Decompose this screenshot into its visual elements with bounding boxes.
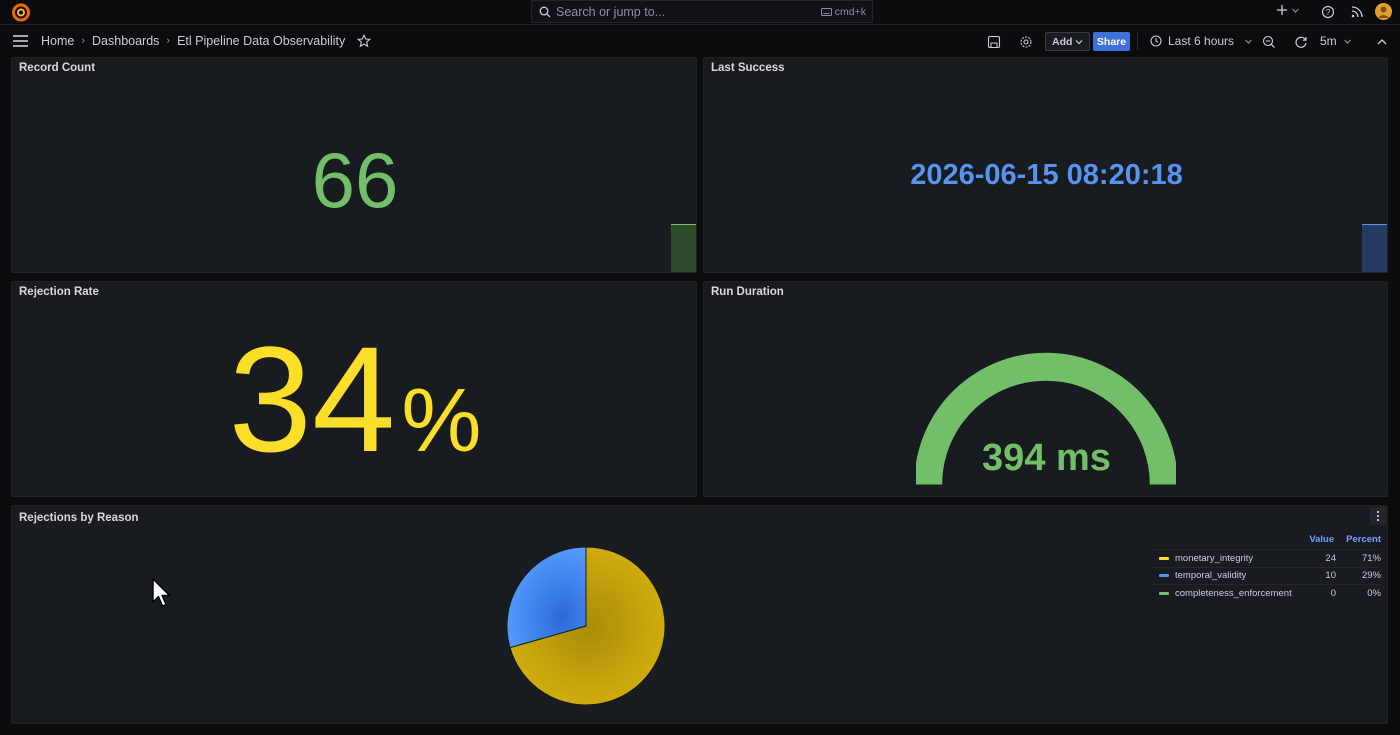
- panel-menu-button[interactable]: [1370, 507, 1386, 525]
- search-placeholder: Search or jump to...: [556, 4, 666, 19]
- add-button[interactable]: Add: [1045, 32, 1091, 51]
- legend-item[interactable]: completeness_enforcement 0 0%: [1153, 584, 1381, 602]
- user-avatar-icon[interactable]: [1375, 3, 1392, 20]
- legend-header: Value Percent: [1153, 534, 1381, 549]
- chevron-down-icon: [1292, 8, 1299, 13]
- panel-title: Run Duration: [711, 286, 784, 298]
- legend-label: completeness_enforcement: [1175, 587, 1292, 599]
- legend-item[interactable]: monetary_integrity 24 71%: [1153, 549, 1381, 567]
- refresh-icon[interactable]: [1294, 35, 1308, 49]
- time-range-picker[interactable]: Last 6 hours: [1150, 34, 1253, 48]
- chevron-down-icon: [1245, 39, 1252, 44]
- stat-value: 2026-06-15 08:20:18: [910, 159, 1183, 191]
- breadcrumb: Home › Dashboards › Etl Pipeline Data Ob…: [41, 34, 372, 48]
- panel-title: Last Success: [711, 62, 785, 74]
- search-shortcut-text: cmd+k: [834, 6, 866, 18]
- collapse-chevron-up-icon[interactable]: [1375, 35, 1389, 49]
- more-vertical-icon: [1376, 510, 1380, 522]
- dashboard-navbar: Home › Dashboards › Etl Pipeline Data Ob…: [0, 26, 1400, 56]
- news-feed-icon[interactable]: [1350, 5, 1364, 19]
- breadcrumb-separator-icon: ›: [166, 35, 171, 47]
- grafana-logo-icon[interactable]: [11, 2, 31, 22]
- share-button[interactable]: Share: [1093, 32, 1130, 51]
- legend-value: 10: [1325, 570, 1336, 582]
- top-bar: Search or jump to... cmd+k ?: [0, 0, 1400, 25]
- sparkline-bar: [1362, 224, 1387, 272]
- legend-swatch: [1159, 556, 1169, 560]
- search-icon: [539, 6, 551, 17]
- time-range-label: Last 6 hours: [1168, 34, 1235, 48]
- search-shortcut: cmd+k: [820, 6, 866, 18]
- add-button-label: Add: [1052, 35, 1073, 48]
- panel-record-count[interactable]: Record Count 66: [11, 57, 697, 273]
- zoom-out-icon[interactable]: [1262, 35, 1276, 49]
- breadcrumb-dashboards[interactable]: Dashboards: [92, 34, 159, 48]
- panel-rejection-rate[interactable]: Rejection Rate 34%: [11, 281, 697, 497]
- breadcrumb-current-dashboard: Etl Pipeline Data Observability: [177, 34, 346, 48]
- panel-run-duration[interactable]: Run Duration 394 ms: [703, 281, 1388, 497]
- panel-title: Rejections by Reason: [19, 512, 139, 524]
- legend-item[interactable]: temporal_validity 10 29%: [1153, 566, 1381, 585]
- legend-header-value[interactable]: Value: [1309, 534, 1334, 545]
- panel-title: Record Count: [19, 62, 96, 74]
- sparkline-bar: [671, 224, 696, 272]
- refresh-interval-picker[interactable]: 5m: [1320, 34, 1352, 48]
- pie-legend: Value Percent monetary_integrity 24 71% tem…: [1153, 534, 1381, 602]
- legend-header-percent[interactable]: Percent: [1346, 534, 1381, 545]
- pie-chart: [506, 546, 666, 706]
- legend-label: monetary_integrity: [1175, 552, 1254, 564]
- clock-icon: [1150, 35, 1162, 47]
- menu-icon[interactable]: [13, 35, 28, 47]
- legend-percent: 29%: [1361, 570, 1381, 582]
- share-button-label: Share: [1096, 35, 1127, 48]
- legend-label: temporal_validity: [1175, 570, 1247, 582]
- legend-percent: 71%: [1361, 552, 1381, 564]
- breadcrumb-separator-icon: ›: [81, 35, 86, 47]
- refresh-interval-label: 5m: [1320, 34, 1337, 48]
- legend-value: 24: [1325, 552, 1336, 564]
- star-icon[interactable]: [357, 34, 372, 48]
- stat-value: 34: [228, 315, 396, 483]
- legend-swatch: [1159, 591, 1169, 595]
- legend-value: 0: [1330, 587, 1336, 599]
- help-icon[interactable]: ?: [1321, 5, 1335, 19]
- mouse-cursor-icon: [152, 578, 171, 607]
- settings-gear-icon[interactable]: [1019, 35, 1033, 49]
- stat-value-group: 34%: [12, 324, 698, 496]
- gauge-value: 394 ms: [982, 437, 1111, 479]
- breadcrumb-home[interactable]: Home: [41, 34, 74, 48]
- save-icon[interactable]: [987, 35, 1001, 49]
- keyboard-icon: [820, 8, 832, 16]
- legend-swatch: [1159, 574, 1169, 578]
- search-input[interactable]: Search or jump to... cmd+k: [531, 0, 873, 23]
- stat-value: 66: [311, 136, 399, 224]
- panel-title: Rejection Rate: [19, 286, 99, 298]
- svg-text:?: ?: [1326, 8, 1331, 17]
- chevron-down-icon: [1075, 39, 1083, 44]
- new-menu-button[interactable]: [1276, 4, 1300, 16]
- toolbar-divider: [1137, 32, 1138, 50]
- legend-percent: 0%: [1367, 587, 1381, 599]
- stat-unit: %: [401, 371, 482, 471]
- plus-icon: [1277, 5, 1287, 15]
- panel-last-success[interactable]: Last Success 2026-06-15 08:20:18: [703, 57, 1388, 273]
- chevron-down-icon: [1343, 39, 1351, 44]
